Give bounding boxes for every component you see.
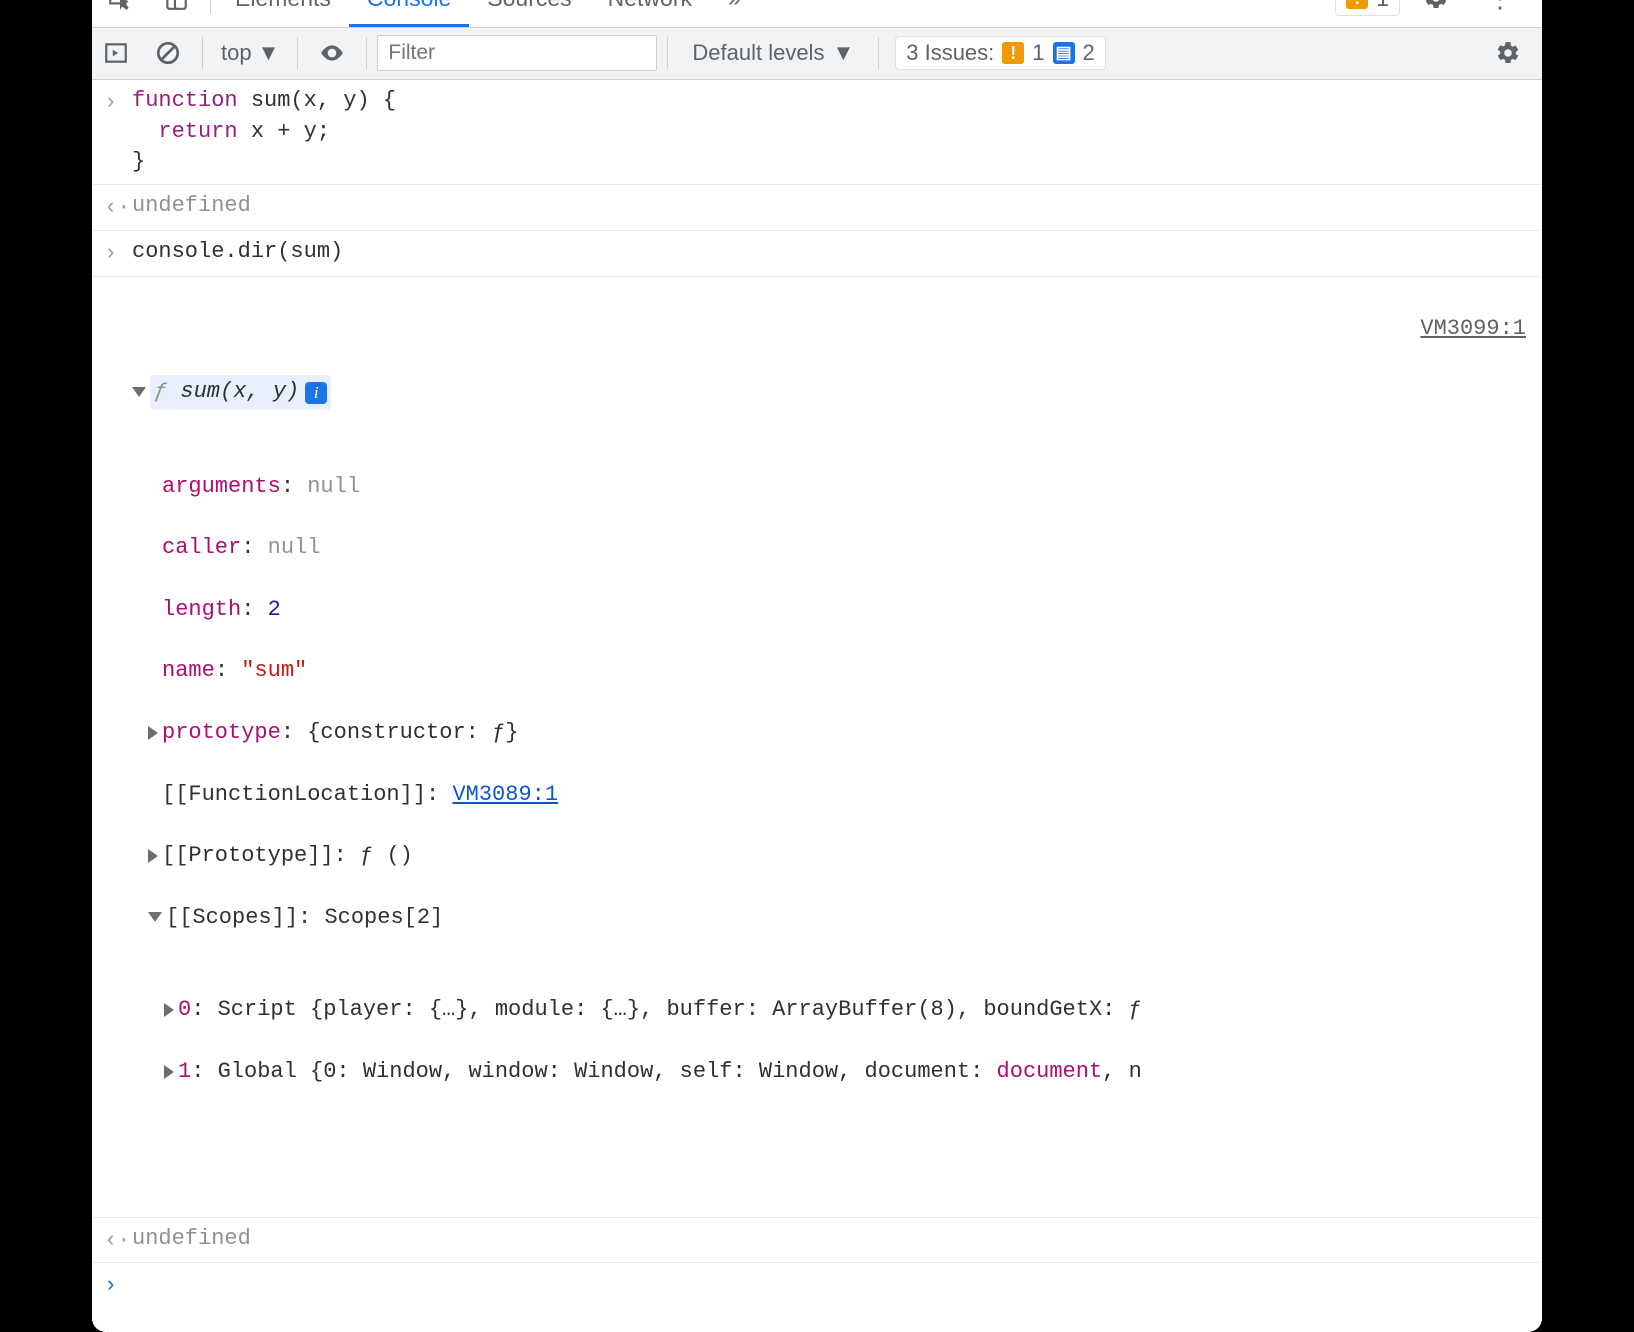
tab-console[interactable]: Console	[349, 0, 469, 27]
scope-row[interactable]: 0: Script {player: {…}, module: {…}, buf…	[164, 995, 1530, 1026]
result-undefined: undefined	[132, 1224, 1530, 1255]
scope-row[interactable]: 1: Global {0: Window, window: Window, se…	[164, 1057, 1530, 1088]
console-toolbar: top ▼ Default levels ▼ 3 Issues: ! 1 ▤ 2	[92, 28, 1542, 80]
filter-input[interactable]	[377, 35, 657, 71]
divider	[297, 37, 298, 69]
warn-count: 1	[1032, 40, 1044, 66]
function-location-link[interactable]: VM3089:1	[452, 780, 558, 811]
tab-label: Elements	[235, 0, 331, 12]
tab-label: Network	[608, 0, 692, 12]
prop-row[interactable]: length: 2	[148, 595, 1530, 626]
warning-icon: !	[1002, 42, 1024, 64]
console-input-entry: › console.dir(sum)	[92, 231, 1542, 277]
issues-label: 3 Issues:	[906, 40, 994, 66]
output-marker-icon	[104, 283, 132, 285]
input-marker-icon: ›	[104, 237, 132, 270]
main-tabs: Elements Console Sources Network » ! 1 ⋮	[92, 0, 1542, 28]
divider	[366, 37, 367, 69]
console-result-entry: ‹· undefined	[92, 185, 1542, 231]
device-toggle-icon[interactable]	[148, 0, 204, 26]
function-header-row[interactable]: ƒ sum(x, y)i	[132, 375, 1530, 410]
levels-label: Default levels	[692, 40, 824, 66]
tab-label: Console	[367, 0, 451, 12]
toggle-sidebar-icon[interactable]	[92, 29, 140, 77]
info-icon: ▤	[1053, 42, 1075, 64]
warnings-badge[interactable]: ! 1	[1335, 0, 1400, 16]
console-result-entry: ‹· undefined	[92, 1218, 1542, 1264]
prop-row[interactable]: caller: null	[148, 533, 1530, 564]
dropdown-icon: ▼	[832, 40, 854, 66]
prop-row[interactable]: [[Prototype]]: ƒ ()	[148, 841, 1530, 872]
object-tree: VM3099:1 ƒ sum(x, y)i arguments: null ca…	[132, 283, 1530, 1211]
inspect-element-icon[interactable]	[92, 0, 148, 26]
console-prompt[interactable]: ›	[92, 1263, 1542, 1332]
prop-row[interactable]: [[FunctionLocation]]: VM3089:1	[148, 780, 1530, 811]
more-tabs-button[interactable]: »	[710, 0, 759, 27]
expand-arrow-icon	[132, 387, 146, 397]
prop-row[interactable]: prototype: {constructor: ƒ}	[148, 718, 1530, 749]
tab-elements[interactable]: Elements	[217, 0, 349, 27]
divider	[210, 0, 211, 14]
tab-sources[interactable]: Sources	[469, 0, 589, 27]
warning-count: 1	[1376, 0, 1389, 12]
console-dir-output: VM3099:1 ƒ sum(x, y)i arguments: null ca…	[92, 277, 1542, 1218]
output-marker-icon: ‹·	[104, 191, 132, 224]
dropdown-icon: ▼	[258, 40, 280, 66]
warning-icon: !	[1346, 0, 1368, 9]
prop-row[interactable]: name: "sum"	[148, 656, 1530, 687]
clear-console-icon[interactable]	[144, 29, 192, 77]
source-link[interactable]: VM3099:1	[1420, 314, 1530, 345]
expand-arrow-icon	[164, 1003, 174, 1017]
console-settings-gear-icon[interactable]	[1484, 29, 1532, 77]
tab-network[interactable]: Network	[590, 0, 710, 27]
expand-arrow-icon	[148, 912, 162, 922]
live-expression-icon[interactable]	[308, 29, 356, 77]
expand-arrow-icon	[164, 1065, 174, 1079]
settings-gear-icon[interactable]	[1408, 0, 1464, 26]
console-input-entry: › function sum(x, y) { return x + y; }	[92, 80, 1542, 185]
tab-label: Sources	[487, 0, 571, 12]
info-badge-icon[interactable]: i	[305, 382, 327, 404]
divider	[878, 37, 879, 69]
log-levels-selector[interactable]: Default levels ▼	[678, 40, 868, 66]
prop-row[interactable]: arguments: null	[148, 472, 1530, 503]
console-output: › function sum(x, y) { return x + y; } ‹…	[92, 80, 1542, 1332]
divider	[667, 37, 668, 69]
kebab-menu-icon[interactable]: ⋮	[1472, 0, 1528, 26]
divider	[202, 37, 203, 69]
context-selector[interactable]: top ▼	[213, 36, 287, 70]
code-block: function sum(x, y) { return x + y; }	[132, 86, 1530, 178]
code-line: console.dir(sum)	[132, 237, 1530, 268]
result-undefined: undefined	[132, 191, 1530, 222]
issues-badge[interactable]: 3 Issues: ! 1 ▤ 2	[895, 36, 1106, 70]
devtools-window: DevTools - www.google.com/ Elements Cons…	[92, 0, 1542, 1332]
expand-arrow-icon	[148, 849, 158, 863]
expand-arrow-icon	[148, 726, 158, 740]
context-label: top	[221, 40, 252, 66]
info-count: 2	[1083, 40, 1095, 66]
input-marker-icon: ›	[104, 86, 132, 119]
prop-row[interactable]: [[Scopes]]: Scopes[2]	[148, 903, 1530, 934]
prompt-marker-icon: ›	[104, 1269, 132, 1302]
